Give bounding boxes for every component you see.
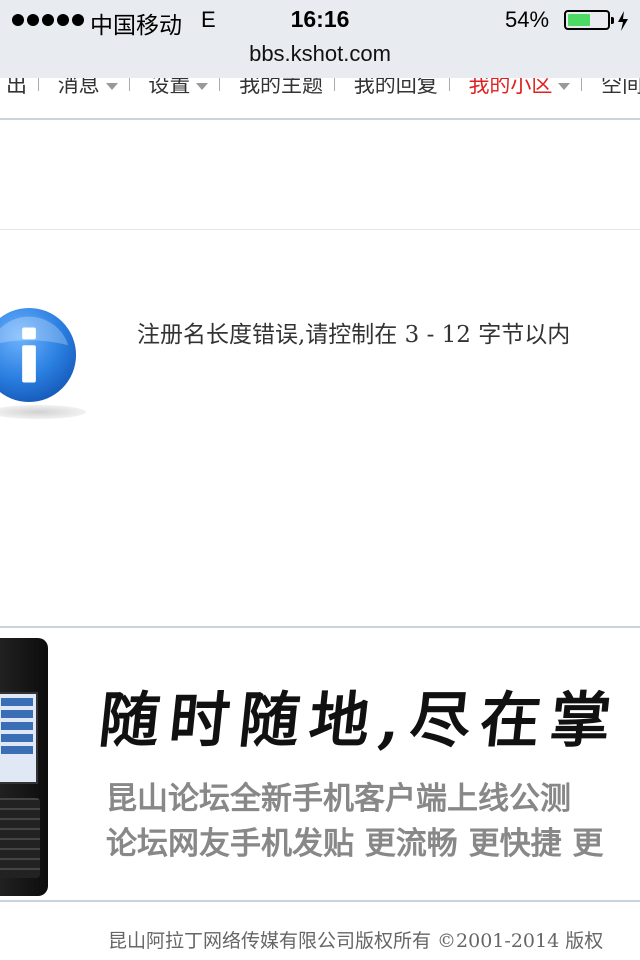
banner-line-2: 论坛网友手机发贴 更流畅 更快捷 更 (106, 826, 604, 862)
nav-item-messages[interactable]: 消息 (46, 78, 130, 99)
banner-slogan: 随时随地,尽在掌 (95, 686, 624, 756)
nav-item-my-topics[interactable]: 我的主题 (227, 78, 336, 99)
nav-item-my-community[interactable]: 我的小区 (456, 78, 583, 99)
battery-icon (564, 10, 614, 30)
chevron-down-icon (558, 82, 571, 90)
nav-item-logout[interactable]: 出 (0, 78, 39, 99)
copyright-footer: 昆山阿拉丁网络传媒有限公司版权所有 ©2001-2014 版权 (108, 930, 604, 952)
banner-line-1: 昆山论坛全新手机客户端上线公测 (106, 781, 571, 817)
url-text: bbs.kshot.com (249, 41, 391, 66)
nav-item-my-replies[interactable]: 我的回复 (342, 78, 450, 99)
battery-percent: 54% (505, 7, 550, 32)
info-icon (0, 307, 77, 403)
info-icon-shadow (0, 405, 86, 419)
forum-nav: 出 消息 设置 我的主题 我的回复 我的小区 空间 (0, 78, 640, 120)
status-bar: 中国移动 E 16:16 54% (0, 0, 640, 40)
divider (0, 229, 640, 230)
phone-image (0, 638, 48, 896)
charging-icon (618, 11, 628, 31)
chevron-down-icon (105, 82, 118, 90)
nav-item-settings[interactable]: 设置 (136, 78, 221, 99)
nav-item-space[interactable]: 空间 (589, 78, 640, 99)
url-bar[interactable]: bbs.kshot.com (0, 40, 640, 78)
chevron-down-icon (196, 82, 209, 90)
app-promo-banner[interactable]: 随时随地,尽在掌 昆山论坛全新手机客户端上线公测 论坛网友手机发贴 更流畅 更快… (0, 628, 640, 900)
divider (0, 900, 640, 902)
error-message: 注册名长度错误,请控制在 3 - 12 字节以内 (137, 322, 571, 348)
forum-nav-row: 出 消息 设置 我的主题 我的回复 我的小区 空间 (0, 78, 640, 99)
